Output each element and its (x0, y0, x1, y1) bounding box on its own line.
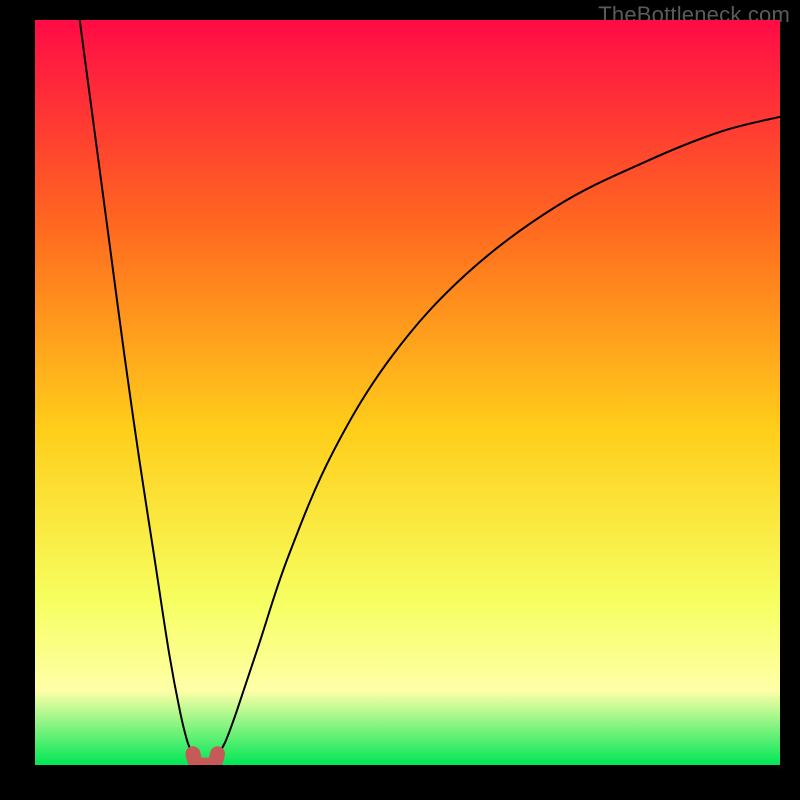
chart-svg (35, 20, 780, 765)
chart-plot-area (35, 20, 780, 765)
gradient-background (35, 20, 780, 765)
chart-frame: TheBottleneck.com (0, 0, 800, 800)
